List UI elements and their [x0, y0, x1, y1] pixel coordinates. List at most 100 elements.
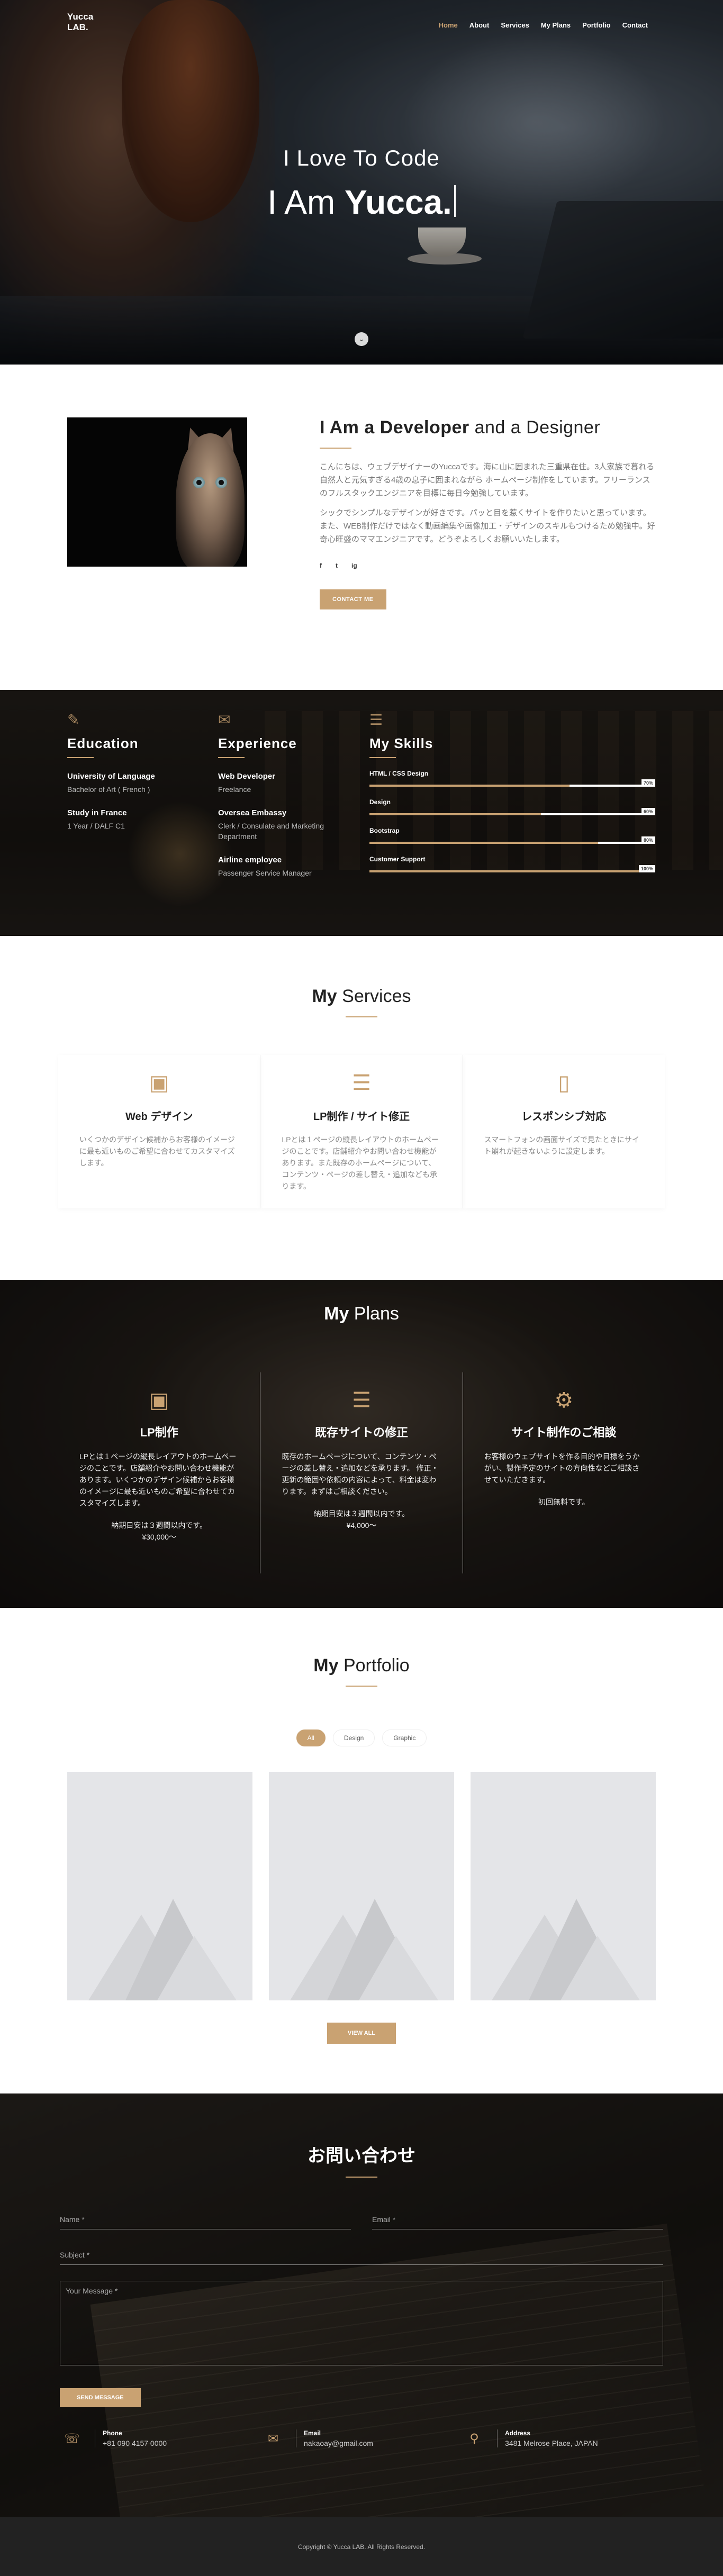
- skill-bar-fill: [369, 785, 570, 787]
- contact-title: お問い合わせ: [308, 2146, 415, 2166]
- services-list: ▣ Web デザイン いくつかのデザイン候補からお客様のイメージに最も近いものご…: [58, 1055, 665, 1208]
- pencil-icon: ✎: [67, 712, 80, 728]
- skill-bar-fill: [369, 813, 541, 815]
- about-title: I Am a Developer and a Designer: [320, 417, 655, 438]
- plan-card: ☰ 既存サイトの修正 既存のホームページについて、コンテンツ・ページの差し替え・…: [260, 1372, 463, 1573]
- site-logo[interactable]: Yucca LAB.: [67, 12, 93, 33]
- service-card: ▯ レスポンシブ対応 スマートフォンの画面サイズで見たときにサイト崩れが起きない…: [463, 1055, 665, 1208]
- subject-field[interactable]: [60, 2245, 663, 2265]
- skill-item: HTML / CSS Design 70%: [369, 770, 655, 787]
- layers-icon: ☰: [352, 1071, 371, 1095]
- service-title: レスポンシブ対応: [521, 1111, 607, 1123]
- contact-info-email: ✉ Email nakaoay@gmail.com: [261, 2429, 462, 2447]
- education-column: ✎ Education University of Language Bache…: [67, 711, 205, 831]
- education-item-title: Study in France: [67, 808, 127, 817]
- contact-info-value[interactable]: nakaoay@gmail.com: [304, 2439, 373, 2447]
- experience-column: ✉ Experience Web Developer Freelance Ove…: [218, 711, 356, 878]
- contact-info-label: Address: [505, 2429, 531, 2437]
- nav-item-my-plans[interactable]: My Plans: [541, 21, 571, 29]
- title-divider: [346, 1016, 377, 1017]
- nav-item-portfolio[interactable]: Portfolio: [582, 21, 610, 29]
- contact-me-button[interactable]: CONTACT ME: [320, 589, 386, 609]
- service-description: いくつかのデザイン候補からお客様のイメージに最も近いものご希望に合わせてカスタマ…: [79, 1135, 235, 1167]
- footer: Copyright © Yucca LAB. All Rights Reserv…: [0, 2517, 723, 2576]
- form-row: [60, 2210, 663, 2229]
- plan-title: サイト制作のご相談: [511, 1426, 617, 1439]
- chevron-down-icon[interactable]: ⌄: [355, 332, 368, 346]
- plans-title: My Plans: [0, 1280, 723, 1324]
- portfolio-filters: All Design Graphic: [0, 1730, 723, 1746]
- facebook-icon[interactable]: f: [320, 562, 322, 569]
- filter-all[interactable]: All: [296, 1730, 326, 1746]
- portfolio-item[interactable]: [269, 1772, 454, 2000]
- experience-item-detail: Passenger Service Manager: [218, 869, 312, 877]
- contact-info-label: Email: [304, 2429, 321, 2437]
- skill-percent: 100%: [638, 865, 655, 872]
- image-placeholder-icon: [88, 1899, 237, 2000]
- envelope-icon: ✉: [218, 712, 231, 728]
- email-field[interactable]: [372, 2210, 663, 2229]
- skill-label: HTML / CSS Design: [369, 770, 429, 777]
- service-title: Web デザイン: [125, 1111, 193, 1123]
- plan-card: ⚙ サイト制作のご相談 お客様のウェブサイトを作る目的や目標をうかがい、製作予定…: [463, 1372, 665, 1573]
- send-message-button[interactable]: SEND MESSAGE: [60, 2388, 141, 2407]
- nav-item-contact[interactable]: Contact: [622, 21, 648, 29]
- skill-bar-fill: [369, 870, 655, 872]
- contact-info: ☏ Phone +81 090 4157 0000 ✉ Email nakaoa…: [60, 2429, 663, 2447]
- skill-label: Bootstrap: [369, 827, 400, 834]
- contact-info-value: +81 090 4157 0000: [103, 2439, 167, 2447]
- service-card: ☰ LP制作 / サイト修正 LPとは１ページの縦長レイアウトのホームページのこ…: [260, 1055, 463, 1208]
- education-item-title: University of Language: [67, 772, 155, 781]
- hero-section: Yucca LAB. Home About Services My Plans …: [0, 0, 723, 365]
- name-field[interactable]: [60, 2210, 351, 2229]
- filter-graphic[interactable]: Graphic: [382, 1730, 427, 1746]
- skills-list: HTML / CSS Design 70% Design 60% Bootstr…: [369, 770, 655, 872]
- about-section: I Am a Developer and a Designer こんにちは、ウェ…: [0, 365, 723, 690]
- view-all-button[interactable]: VIEW ALL: [327, 2023, 396, 2044]
- instagram-icon[interactable]: ig: [351, 562, 357, 569]
- plans-title-rest: Plans: [349, 1304, 399, 1324]
- cat-figure: [176, 433, 245, 567]
- contact-info-label: Phone: [103, 2429, 122, 2437]
- skill-percent: 70%: [641, 779, 655, 787]
- plan-amount: ¥4,000〜: [346, 1521, 377, 1530]
- title-divider: [320, 448, 351, 449]
- message-field[interactable]: [60, 2281, 663, 2365]
- contact-info-address: ⚲ Address 3481 Melrose Place, JAPAN: [462, 2429, 663, 2447]
- education-item: Study in France 1 Year / DALF C1: [67, 808, 205, 831]
- experience-item: Airline employee Passenger Service Manag…: [218, 855, 356, 878]
- experience-title: Experience: [218, 735, 297, 751]
- education-title: Education: [67, 735, 139, 751]
- about-photo: [67, 417, 247, 567]
- portfolio-item[interactable]: [67, 1772, 252, 2000]
- title-divider: [369, 757, 396, 758]
- image-placeholder-icon: [492, 1899, 640, 2000]
- mail-icon: ✉: [267, 2431, 279, 2446]
- filter-design[interactable]: Design: [332, 1730, 375, 1746]
- portfolio-item[interactable]: [471, 1772, 656, 2000]
- logo-line-2: LAB.: [67, 22, 88, 32]
- hero-title-name: Yucca.: [345, 183, 452, 221]
- nav-menu: Home About Services My Plans Portfolio C…: [439, 21, 648, 29]
- education-item: University of Language Bachelor of Art (…: [67, 772, 205, 795]
- cat-eye-left: [193, 477, 205, 488]
- portfolio-title-bold: My: [313, 1655, 339, 1676]
- main-nav: Yucca LAB. Home About Services My Plans …: [0, 0, 723, 48]
- plan-delivery: 納期目安は３週間以内です。: [111, 1521, 207, 1530]
- about-content: I Am a Developer and a Designer こんにちは、ウェ…: [320, 417, 655, 609]
- plan-title: LP制作: [140, 1426, 178, 1439]
- plan-card: ▣ LP制作 LPとは１ページの縦長レイアウトのホームページのことです。店舗紹介…: [58, 1372, 261, 1573]
- experience-item-title: Web Developer: [218, 772, 276, 781]
- title-divider: [67, 757, 94, 758]
- laptop-icon: ▣: [149, 1071, 169, 1095]
- nav-item-services[interactable]: Services: [501, 21, 529, 29]
- experience-item-title: Oversea Embassy: [218, 808, 287, 817]
- title-divider: [218, 757, 245, 758]
- nav-item-home[interactable]: Home: [439, 21, 458, 29]
- nav-item-about[interactable]: About: [469, 21, 490, 29]
- twitter-icon[interactable]: t: [336, 562, 338, 569]
- plan-delivery: 納期目安は３週間以内です。: [313, 1509, 410, 1518]
- portfolio-section: My Portfolio All Design Graphic VIEW ALL: [0, 1608, 723, 2093]
- skill-label: Design: [369, 798, 391, 806]
- skill-percent: 80%: [641, 836, 655, 844]
